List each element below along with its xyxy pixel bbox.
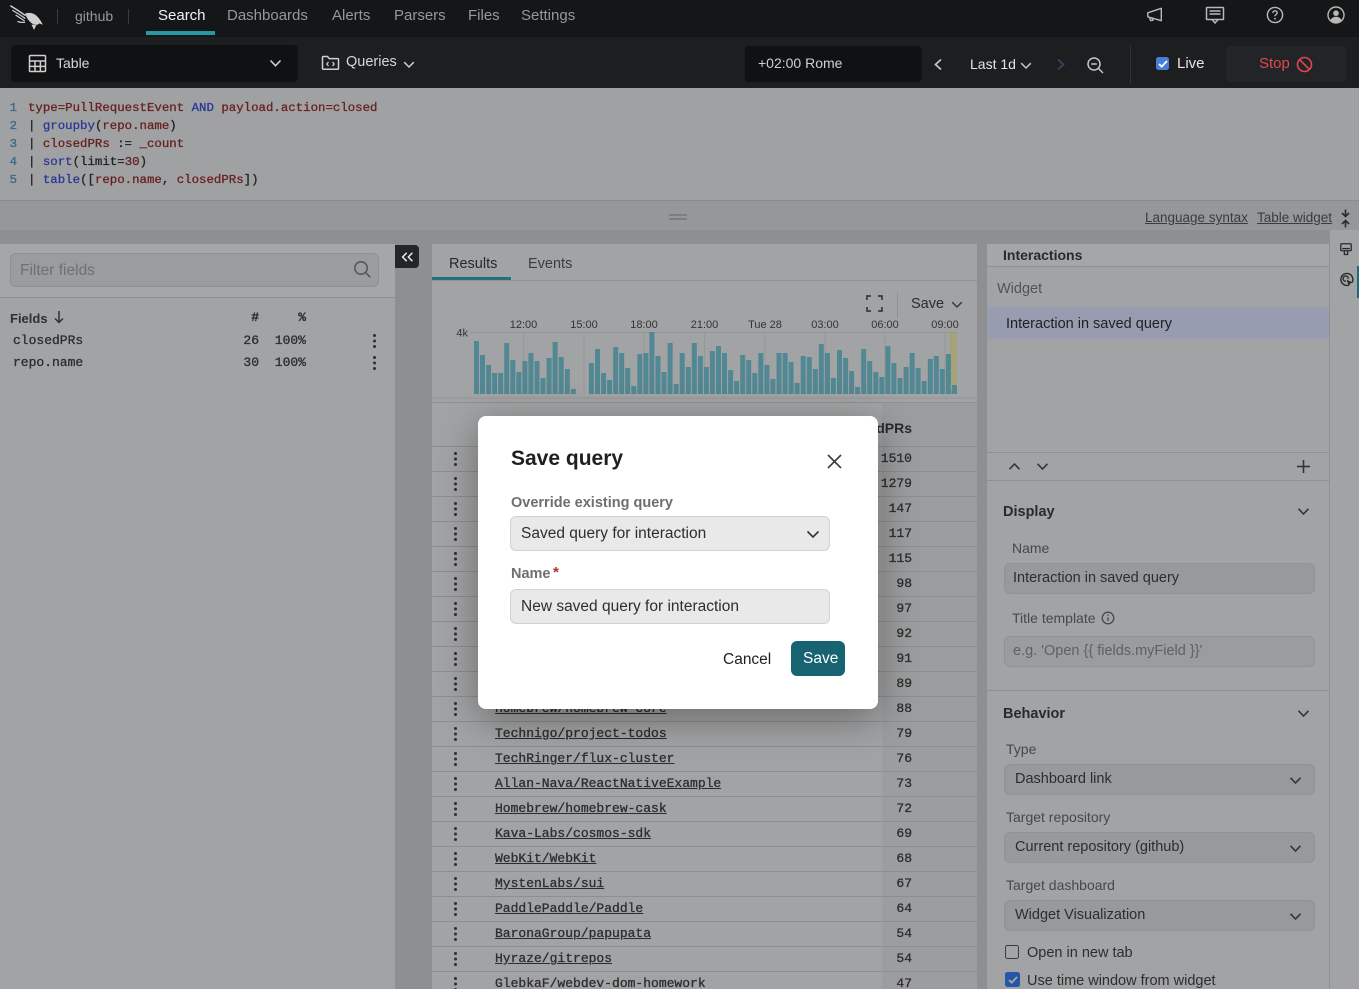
svg-text:09:00: 09:00 (931, 319, 959, 331)
svg-text:03:00: 03:00 (811, 319, 839, 331)
svg-text:12:00: 12:00 (510, 319, 538, 331)
svg-text:18:00: 18:00 (630, 319, 658, 331)
svg-text:4k: 4k (456, 328, 468, 340)
svg-text:15:00: 15:00 (570, 319, 598, 331)
svg-text:21:00: 21:00 (691, 319, 719, 331)
svg-text:06:00: 06:00 (871, 319, 899, 331)
svg-text:Tue 28: Tue 28 (748, 319, 782, 331)
